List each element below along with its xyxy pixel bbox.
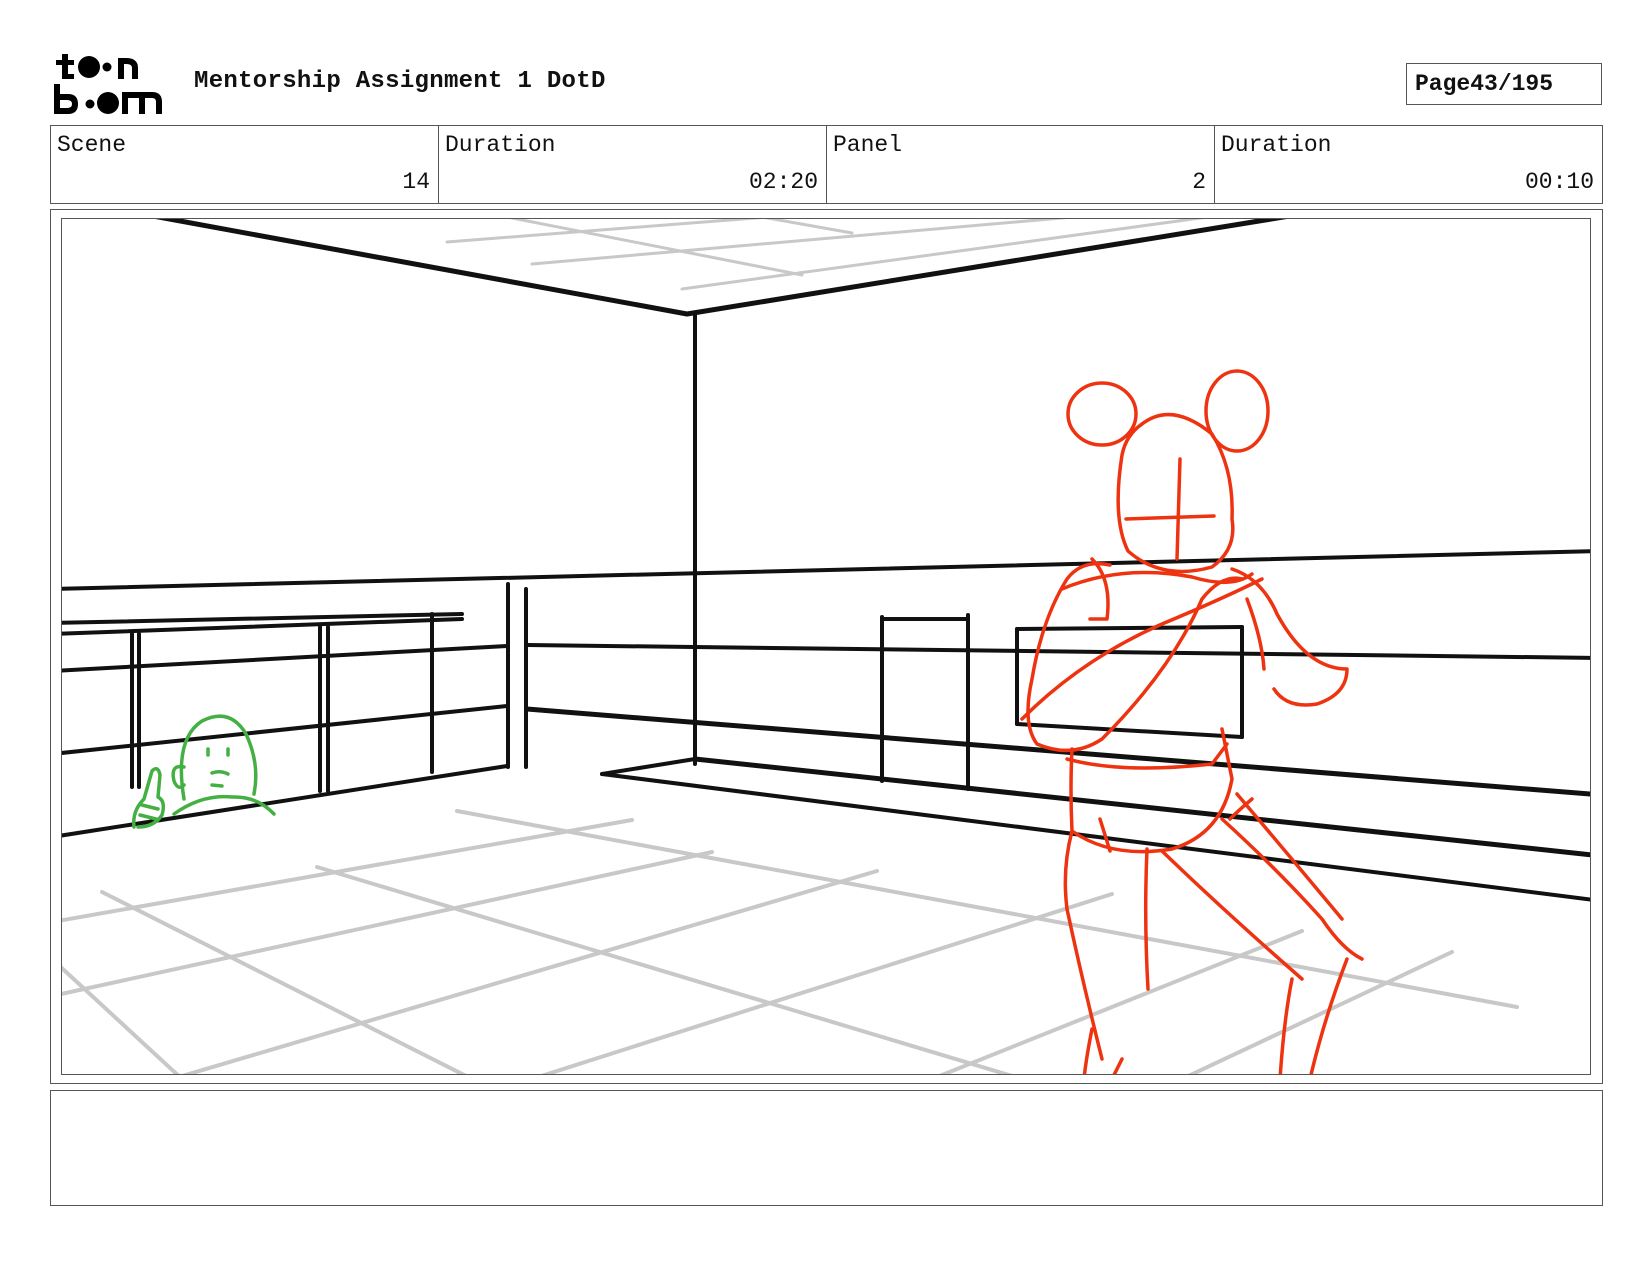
page-number: 43/195 — [1470, 71, 1554, 97]
panel-label: Panel — [833, 132, 903, 158]
panel-sketch — [62, 219, 1590, 1074]
panel-cell: Panel 2 — [827, 126, 1215, 203]
scene-value: 14 — [402, 169, 430, 195]
panel-duration-label: Duration — [1221, 132, 1332, 158]
scene-duration-value: 02:20 — [748, 169, 818, 195]
floor-grid — [62, 809, 1519, 1074]
storyboard-panel-image — [61, 218, 1591, 1075]
scene-duration-cell: Duration 02:20 — [439, 126, 827, 203]
document-title: Mentorship Assignment 1 DotD — [194, 68, 606, 95]
scene-duration-label: Duration — [445, 132, 556, 158]
scene-info-table: Scene 14 Duration 02:20 Panel 2 Duration… — [50, 125, 1603, 204]
room-lines — [62, 219, 1590, 902]
page-indicator: Page 43/195 — [1406, 63, 1602, 105]
toonboom-logo — [52, 50, 172, 118]
storyboard-panel-frame — [50, 209, 1603, 1084]
panel-duration-value: 00:10 — [1524, 169, 1594, 195]
scene-label: Scene — [57, 132, 127, 158]
panel-notes-box[interactable] — [50, 1090, 1603, 1206]
page-label: Page — [1415, 71, 1471, 97]
panel-duration-cell: Duration 00:10 — [1215, 126, 1602, 203]
panel-value: 2 — [1192, 169, 1206, 195]
ceiling-sketch — [445, 219, 1204, 291]
scene-cell: Scene 14 — [51, 126, 439, 203]
